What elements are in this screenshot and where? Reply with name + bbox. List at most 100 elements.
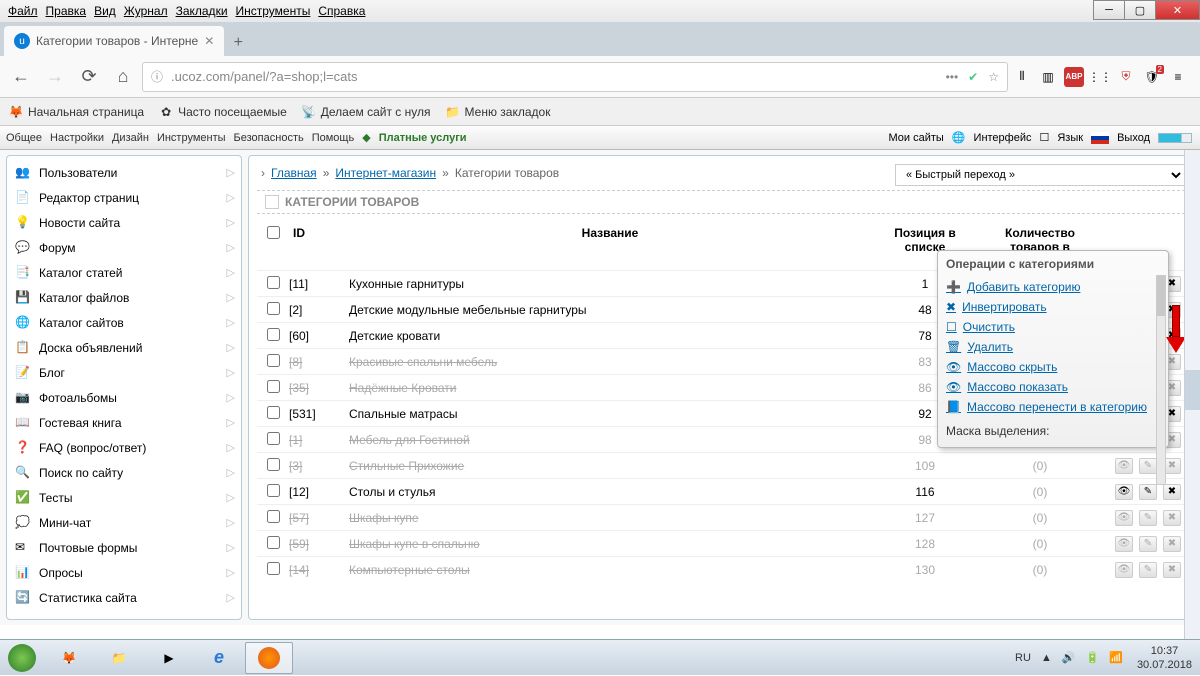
taskbar-explorer[interactable]: 📁: [95, 642, 143, 674]
ops-scrollbar[interactable]: [1156, 275, 1166, 485]
back-button[interactable]: ←: [6, 62, 36, 92]
interface[interactable]: Интерфейс: [974, 132, 1032, 144]
sidebar-icon[interactable]: ▥: [1038, 67, 1058, 87]
operation-item[interactable]: 📘Массово перенести в категорию: [946, 397, 1160, 417]
sidebar-item[interactable]: 🌐Каталог сайтов▷: [7, 310, 241, 335]
menu-help[interactable]: Справка: [314, 2, 369, 20]
row-view-icon[interactable]: 👁: [1115, 536, 1133, 552]
window-min-button[interactable]: ─: [1093, 0, 1125, 20]
topmenu-settings[interactable]: Настройки: [50, 132, 104, 144]
new-tab-button[interactable]: +: [224, 30, 252, 56]
window-close-button[interactable]: ✕: [1155, 0, 1200, 20]
reload-button[interactable]: ⟳: [74, 62, 104, 92]
row-name[interactable]: Красивые спальни мебель: [349, 355, 497, 369]
row-name[interactable]: Детские модульные мебельные гарнитуры: [349, 303, 587, 317]
row-name[interactable]: Кухонные гарнитуры: [349, 277, 464, 291]
sidebar-item[interactable]: 💡Новости сайта▷: [7, 210, 241, 235]
sidebar-item[interactable]: 🔍Поиск по сайту▷: [7, 460, 241, 485]
bookmark-frequent[interactable]: ✿Часто посещаемые: [158, 104, 287, 120]
row-name[interactable]: Стильные Прихожие: [349, 459, 464, 473]
sidebar-item[interactable]: 📷Фотоальбомы▷: [7, 385, 241, 410]
row-checkbox[interactable]: [267, 536, 280, 549]
row-checkbox[interactable]: [267, 380, 280, 393]
tray-up-icon[interactable]: ▲: [1041, 652, 1052, 664]
operation-item[interactable]: ➕Добавить категорию: [946, 277, 1160, 297]
row-name[interactable]: Мебель для Гостиной: [349, 433, 470, 447]
topmenu-general[interactable]: Общее: [6, 132, 42, 144]
row-name[interactable]: Спальные матрасы: [349, 407, 457, 421]
row-view-icon[interactable]: 👁: [1115, 562, 1133, 578]
sidebar-item[interactable]: 💾Каталог файлов▷: [7, 285, 241, 310]
row-checkbox[interactable]: [267, 432, 280, 445]
reader-icon[interactable]: ✔: [968, 70, 978, 84]
operation-item[interactable]: 👁Массово показать: [946, 377, 1160, 397]
taskbar-ie[interactable]: e: [195, 642, 243, 674]
more-icon[interactable]: •••: [946, 70, 959, 84]
select-all-checkbox[interactable]: [267, 226, 280, 239]
row-checkbox[interactable]: [267, 562, 280, 575]
menu-view[interactable]: Вид: [90, 2, 120, 20]
row-view-icon[interactable]: 👁: [1115, 510, 1133, 526]
col-id[interactable]: ID: [289, 224, 345, 270]
sidebar-item[interactable]: 📋Доска объявлений▷: [7, 335, 241, 360]
taskbar-firefox[interactable]: [245, 642, 293, 674]
exit[interactable]: Выход: [1117, 132, 1150, 144]
taskbar-wmp[interactable]: ▶: [145, 642, 193, 674]
hamburger-icon[interactable]: ≡: [1168, 67, 1188, 87]
row-view-icon[interactable]: 👁: [1115, 458, 1133, 474]
bc-shop[interactable]: Интернет-магазин: [335, 166, 436, 180]
row-edit-icon[interactable]: ✎: [1139, 484, 1157, 500]
quick-nav-select[interactable]: « Быстрый переход »: [895, 164, 1185, 186]
row-name[interactable]: Детские кровати: [349, 329, 440, 343]
row-edit-icon[interactable]: ✎: [1139, 562, 1157, 578]
sidebar-item[interactable]: ✉Почтовые формы▷: [7, 535, 241, 560]
row-name[interactable]: Столы и стулья: [349, 485, 436, 499]
operation-item[interactable]: 👁Массово скрыть: [946, 357, 1160, 377]
row-view-icon[interactable]: 👁: [1115, 484, 1133, 500]
tray-wifi-icon[interactable]: 📶: [1109, 651, 1123, 664]
menu-edit[interactable]: Правка: [42, 2, 91, 20]
browser-tab[interactable]: u Категории товаров - Интерне ✕: [4, 26, 224, 56]
sidebar-item[interactable]: 💬Форум▷: [7, 235, 241, 260]
menu-tools[interactable]: Инструменты: [232, 2, 315, 20]
library-icon[interactable]: ⫴: [1012, 67, 1032, 87]
star-icon[interactable]: ☆: [988, 70, 999, 84]
sidebar-item[interactable]: 👥Пользователи▷: [7, 160, 241, 185]
sidebar-item[interactable]: 📊Опросы▷: [7, 560, 241, 585]
col-name[interactable]: Название: [345, 224, 875, 270]
row-name[interactable]: Шкафы купе: [349, 511, 419, 525]
taskbar-gimp[interactable]: 🦊: [45, 642, 93, 674]
row-delete-icon[interactable]: ✖: [1163, 536, 1181, 552]
shield-icon[interactable]: ⛨: [1116, 67, 1136, 87]
sidebar-item[interactable]: 📄Редактор страниц▷: [7, 185, 241, 210]
row-edit-icon[interactable]: ✎: [1139, 510, 1157, 526]
window-max-button[interactable]: ▢: [1124, 0, 1156, 20]
topmenu-security[interactable]: Безопасность: [234, 132, 304, 144]
operation-item[interactable]: 🗑Удалить: [946, 337, 1160, 357]
abp-icon[interactable]: ABP: [1064, 67, 1084, 87]
sidebar-item[interactable]: ✅Тесты▷: [7, 485, 241, 510]
sidebar-item[interactable]: 📝Блог▷: [7, 360, 241, 385]
url-bar[interactable]: ⓘ ••• ✔ ☆: [142, 62, 1008, 92]
ext-dots-icon[interactable]: ⋮⋮: [1090, 67, 1110, 87]
topmenu-paid[interactable]: Платные услуги: [379, 132, 467, 144]
row-name[interactable]: Надёжные Кровати: [349, 381, 457, 395]
bookmark-home[interactable]: 🦊Начальная страница: [8, 104, 144, 120]
start-button[interactable]: [0, 640, 44, 676]
menu-bookmarks[interactable]: Закладки: [172, 2, 232, 20]
forward-button[interactable]: →: [40, 62, 70, 92]
row-edit-icon[interactable]: ✎: [1139, 536, 1157, 552]
operation-item[interactable]: ✖Инвертировать: [946, 297, 1160, 317]
bc-home[interactable]: Главная: [271, 166, 317, 180]
row-checkbox[interactable]: [267, 276, 280, 289]
ext-badge-icon[interactable]: 🛡2: [1142, 67, 1162, 87]
sidebar-item[interactable]: 📖Гостевая книга▷: [7, 410, 241, 435]
row-checkbox[interactable]: [267, 328, 280, 341]
bookmark-folder[interactable]: 📁Меню закладок: [445, 104, 551, 120]
my-sites[interactable]: Мои сайты: [889, 132, 944, 144]
sidebar-item[interactable]: ❓FAQ (вопрос/ответ)▷: [7, 435, 241, 460]
tab-close-icon[interactable]: ✕: [204, 34, 214, 48]
row-delete-icon[interactable]: ✖: [1163, 510, 1181, 526]
sidebar-item[interactable]: 🔄Статистика сайта▷: [7, 585, 241, 610]
menu-file[interactable]: Файл: [4, 2, 42, 20]
